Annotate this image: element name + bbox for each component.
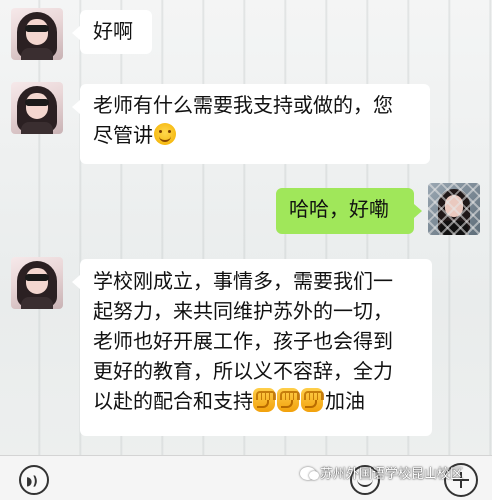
message-text: 以赴的配合和支持 <box>93 389 253 413</box>
message-text: 学校刚成立，事情多，需要我们一 <box>93 269 393 293</box>
message-text: 老师也好开展工作，孩子也会得到 <box>93 329 393 353</box>
contact-avatar[interactable] <box>11 257 63 309</box>
message-text: 加油 <box>325 389 365 413</box>
contact-avatar[interactable] <box>11 8 63 60</box>
message-bubble[interactable]: 好啊 <box>72 10 152 54</box>
message-text: 尽管讲 <box>93 123 153 147</box>
watermark: 苏州外国语学校昆山校区 <box>300 464 463 486</box>
message-bubble[interactable]: 老师有什么需要我支持或做的，您 尽管讲 <box>72 84 430 164</box>
smile-emoji-icon <box>154 123 176 145</box>
message-bubble[interactable]: 学校刚成立，事情多，需要我们一 起努力，来共同维护苏外的一切， 老师也好开展工作… <box>72 259 432 436</box>
message-text: 起努力，来共同维护苏外的一切， <box>93 299 393 323</box>
fist-emoji-icon <box>301 388 324 412</box>
message-bubble-sent[interactable]: 哈哈，好嘞 <box>276 188 422 234</box>
user-avatar[interactable] <box>428 183 480 235</box>
message-text: 老师有什么需要我支持或做的，您 <box>93 93 393 117</box>
watermark-text: 苏州外国语学校昆山校区 <box>320 467 464 482</box>
fist-emoji-icon <box>277 388 300 412</box>
voice-icon[interactable]: ◗) <box>19 465 49 495</box>
fist-emoji-icon <box>253 388 276 412</box>
wechat-logo-icon <box>300 467 319 480</box>
contact-avatar[interactable] <box>11 82 63 134</box>
message-text: 更好的教育，所以义不容辞，全力 <box>93 359 393 383</box>
message-text: 哈哈，好嘞 <box>289 197 389 221</box>
message-text: 好啊 <box>93 19 133 43</box>
